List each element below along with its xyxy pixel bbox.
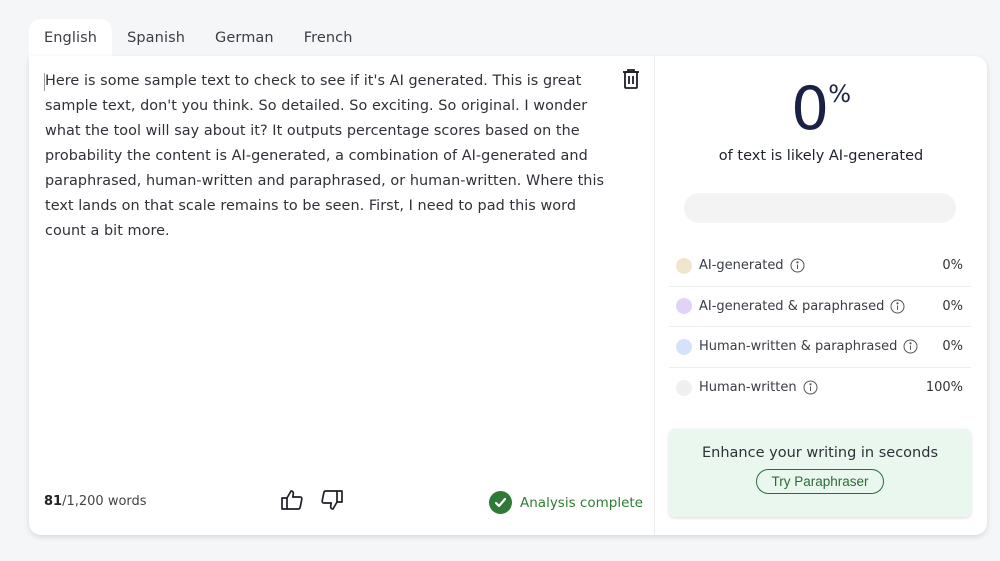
paraphraser-promo: Enhance your writing in seconds Try Para… [669,429,971,517]
word-count: 81 [44,494,63,509]
category-value: 0% [942,339,963,355]
promo-title: Enhance your writing in seconds [702,445,938,461]
check-circle-icon [489,491,512,514]
info-icon[interactable] [890,299,905,314]
editor-panel: Here is some sample text to check to see… [29,56,655,535]
info-icon[interactable] [790,258,805,273]
results-panel: 0% of text is likely AI-generated AI-gen… [655,56,987,535]
category-row: AI-generated 0% [669,246,971,287]
tab-spanish[interactable]: Spanish [112,19,200,57]
category-value: 0% [942,258,963,274]
thumbs-up-icon[interactable] [280,488,304,512]
category-row: AI-generated & paraphrased 0% [669,287,971,327]
category-dot-icon [676,257,692,274]
text-input[interactable]: Here is some sample text to check to see… [45,69,615,244]
category-dot-icon [676,379,692,396]
info-icon[interactable] [903,339,918,354]
category-label: AI-generated [699,258,784,274]
category-dot-icon [676,298,692,315]
score-unit: % [828,80,851,108]
tab-german[interactable]: German [200,19,289,57]
try-paraphraser-button[interactable]: Try Paraphraser [756,469,884,494]
thumbs-down-icon[interactable] [320,488,344,512]
category-value: 100% [925,380,963,396]
trash-icon[interactable] [621,68,641,90]
score-label: of text is likely AI-generated [718,148,924,164]
category-row: Human-written & paraphrased 0% [669,327,971,368]
status-text: Analysis complete [520,494,643,511]
detector-card: Here is some sample text to check to see… [29,56,987,535]
word-limit: /1,200 words [62,494,147,509]
category-list: AI-generated 0% AI-generated & paraphras… [669,246,971,408]
category-label: AI-generated & paraphrased [699,298,885,314]
category-label: Human-written & paraphrased [699,339,898,355]
analysis-status: Analysis complete [489,491,643,514]
language-tabs: English Spanish German French [29,19,368,57]
tab-french[interactable]: French [289,19,368,57]
info-icon[interactable] [803,380,818,395]
score-value: 0 [791,74,829,144]
ai-score: 0% [655,74,987,144]
feedback-buttons [280,488,344,512]
category-row: Human-written 100% [669,368,971,409]
word-counter: 81/1,200 words [44,494,147,509]
score-bar [684,193,956,223]
tab-english[interactable]: English [29,19,113,57]
category-dot-icon [676,338,692,355]
category-value: 0% [942,298,963,314]
category-label: Human-written [699,380,797,396]
